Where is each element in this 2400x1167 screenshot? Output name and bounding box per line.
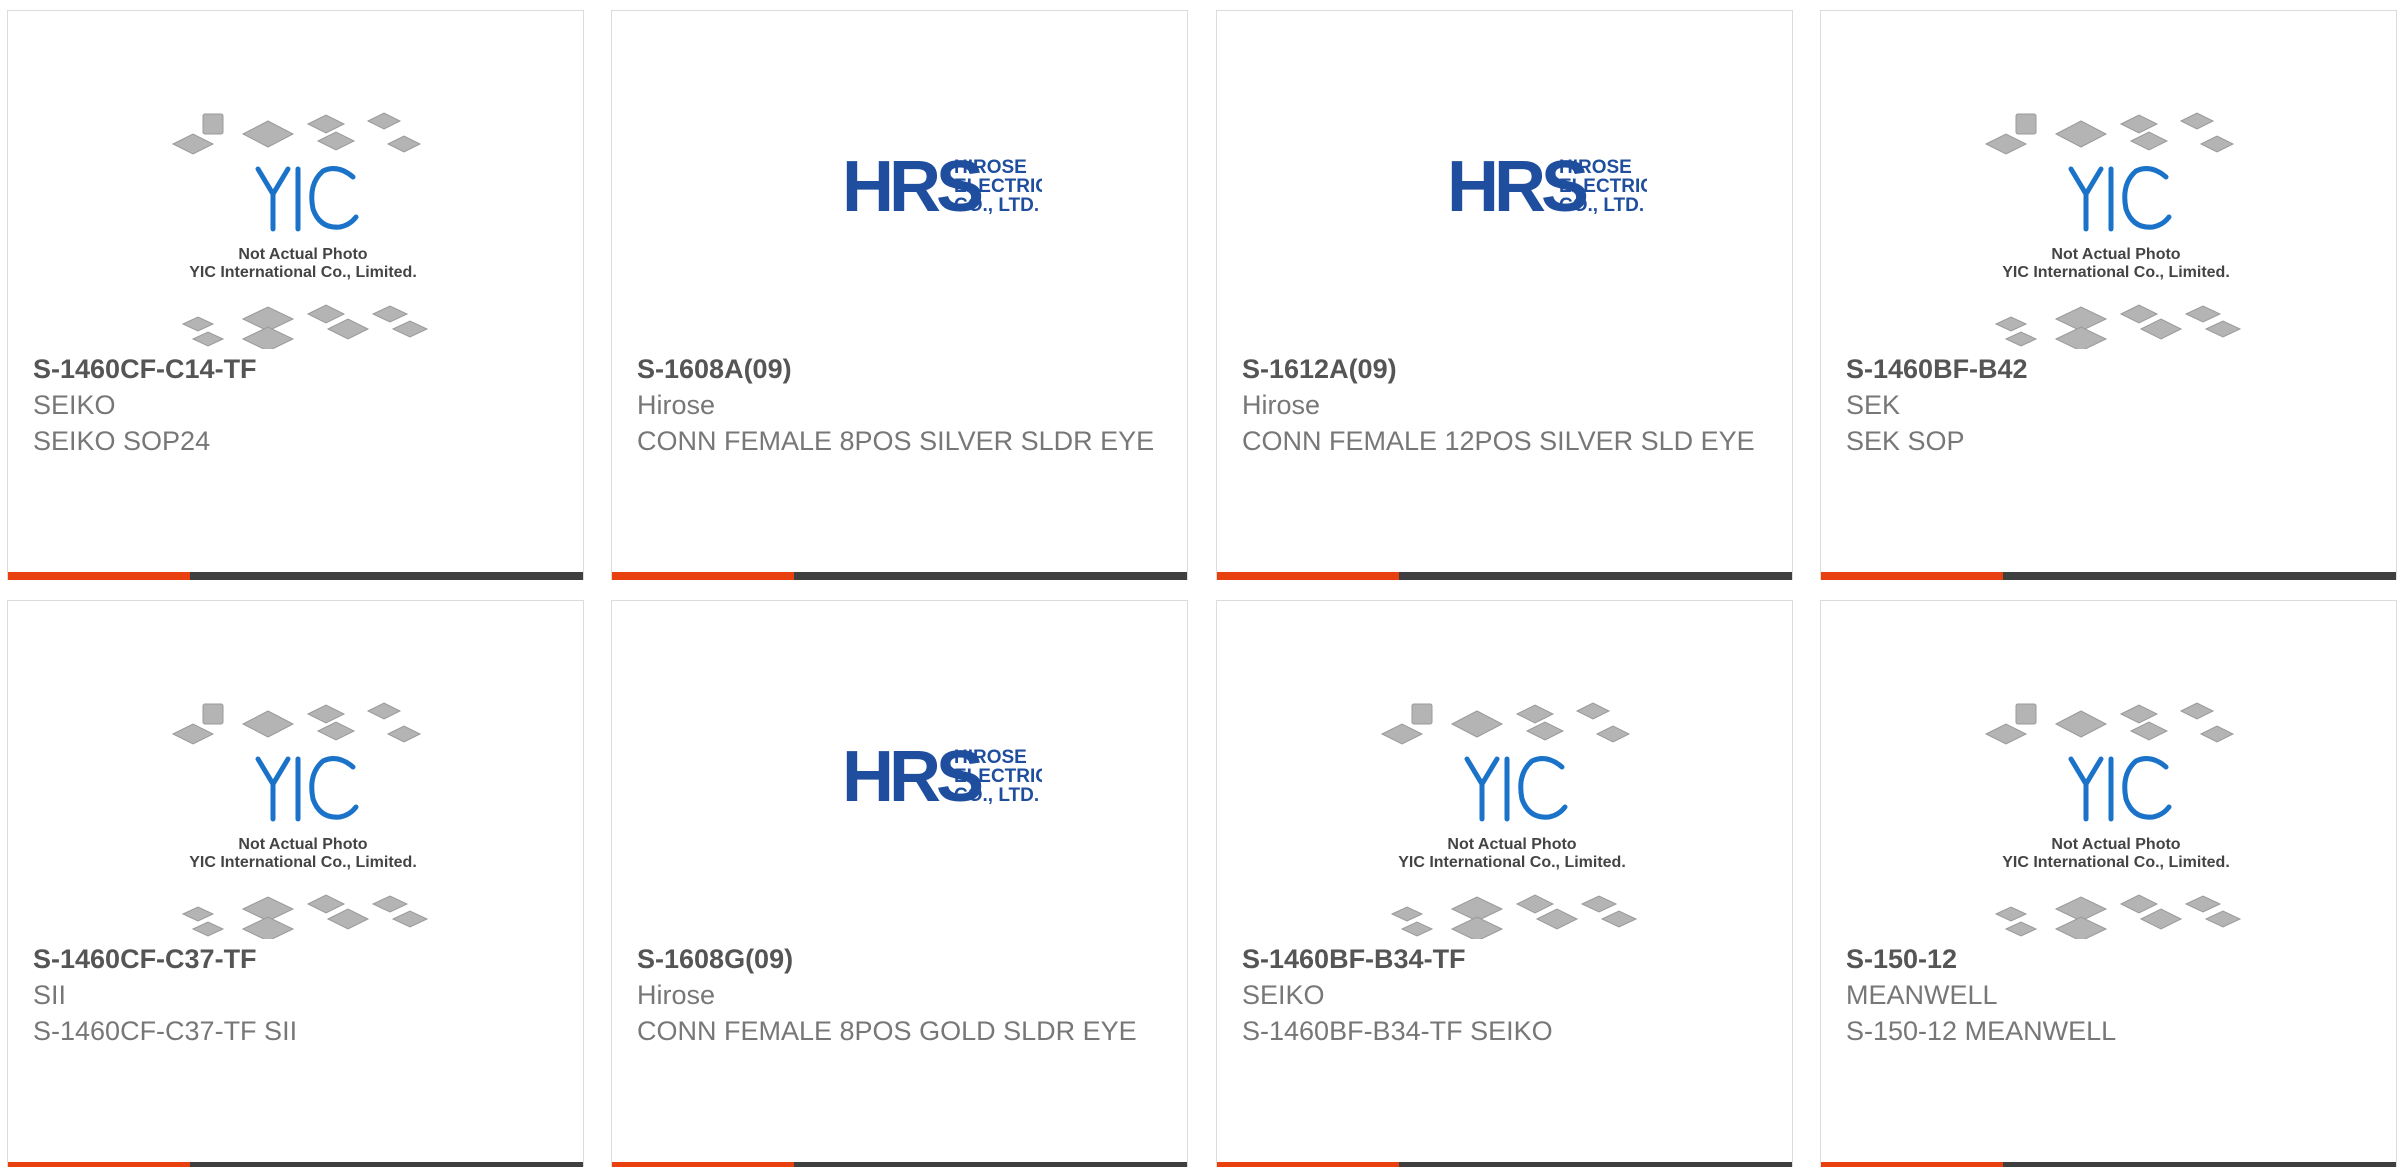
product-description: S-1460BF-B34-TF SEIKO (1242, 1016, 1553, 1046)
placeholder-caption-2: YIC International Co., Limited. (189, 854, 417, 871)
product-image[interactable]: Not Actual Photo YIC International Co., … (1981, 99, 2251, 352)
placeholder-caption-2: YIC International Co., Limited. (1398, 854, 1626, 871)
hrs-logo-image: HRS HIROSE ELECTRIC CO., LTD. (1447, 147, 1654, 227)
card-accent-bar (8, 1162, 190, 1167)
product-part-number[interactable]: S-1460CF-C14-TF (33, 351, 563, 387)
card-accent-bar (8, 572, 190, 580)
card-bottom-bar (612, 572, 1187, 580)
product-info: S-1608A(09) Hirose CONN FEMALE 8POS SILVER… (637, 351, 1167, 459)
product-description: S-150-12 MEANWELL (1846, 1016, 2117, 1046)
product-image[interactable]: HRS HIROSE ELECTRIC CO., LTD. (772, 691, 1049, 941)
product-image[interactable]: HRS HIROSE ELECTRIC CO., LTD. (1377, 101, 1654, 351)
product-manufacturer: MEANWELL (1846, 980, 1998, 1010)
product-part-number[interactable]: S-150-12 (1846, 941, 2376, 977)
card-bottom-bar (1821, 572, 2396, 580)
card-accent-bar (1821, 572, 2003, 580)
product-card[interactable]: HRS HIROSE ELECTRIC CO., LTD. S-1608G(09… (611, 600, 1188, 1167)
product-card[interactable]: Not Actual Photo YIC International Co., … (1820, 10, 2397, 580)
card-accent-bar (612, 1162, 794, 1167)
product-card[interactable]: HRS HIROSE ELECTRIC CO., LTD. S-1608A(09… (611, 10, 1188, 580)
hrs-logo-line2: ELECTRIC (954, 176, 1042, 197)
product-part-number[interactable]: S-1608A(09) (637, 351, 1167, 387)
product-manufacturer: SEIKO (1242, 980, 1325, 1010)
card-bottom-bar (1821, 1162, 2396, 1167)
yic-placeholder-image: Not Actual Photo YIC International Co., … (1984, 112, 2242, 352)
product-grid: Not Actual Photo YIC International Co., … (7, 10, 2400, 1167)
card-bottom-bar (8, 572, 583, 580)
yic-placeholder-image: Not Actual Photo YIC International Co., … (1380, 702, 1638, 942)
placeholder-caption-1: Not Actual Photo (238, 246, 367, 263)
product-description: CONN FEMALE 8POS GOLD SLDR EYE (637, 1016, 1137, 1046)
placeholder-caption-1: Not Actual Photo (2051, 246, 2180, 263)
card-bottom-bar (1217, 572, 1792, 580)
product-part-number[interactable]: S-1460BF-B34-TF (1242, 941, 1772, 977)
product-info: S-1612A(09) Hirose CONN FEMALE 12POS SILVE… (1242, 351, 1772, 459)
product-description: SEIKO SOP24 (33, 426, 211, 456)
product-info: S-1460BF-B42 SEK SEK SOP (1846, 351, 2376, 459)
placeholder-caption-1: Not Actual Photo (238, 836, 367, 853)
yic-placeholder-image: Not Actual Photo YIC International Co., … (171, 112, 429, 352)
product-manufacturer: SEK (1846, 390, 1901, 420)
product-description: SEK SOP (1846, 426, 1965, 456)
yic-placeholder-image: Not Actual Photo YIC International Co., … (171, 702, 429, 942)
card-bottom-bar (612, 1162, 1187, 1167)
product-manufacturer: Hirose (1242, 390, 1321, 420)
product-part-number[interactable]: S-1608G(09) (637, 941, 1167, 977)
placeholder-caption-1: Not Actual Photo (2051, 836, 2180, 853)
product-manufacturer: Hirose (637, 390, 716, 420)
hrs-logo-line3: CO., LTD. (954, 785, 1039, 806)
product-card[interactable]: Not Actual Photo YIC International Co., … (1820, 600, 2397, 1167)
hrs-logo-line3: CO., LTD. (954, 195, 1039, 216)
card-accent-bar (1217, 1162, 1399, 1167)
product-manufacturer: Hirose (637, 980, 716, 1010)
product-image[interactable]: Not Actual Photo YIC International Co., … (1981, 689, 2251, 942)
product-card[interactable]: HRS HIROSE ELECTRIC CO., LTD. S-1612A(09… (1216, 10, 1793, 580)
product-manufacturer: SII (33, 980, 67, 1010)
product-info: S-1608G(09) Hirose CONN FEMALE 8POS GOLD S… (637, 941, 1167, 1049)
card-accent-bar (1217, 572, 1399, 580)
hrs-logo-line2: ELECTRIC (1559, 176, 1647, 197)
placeholder-caption-2: YIC International Co., Limited. (2002, 854, 2230, 871)
product-image[interactable]: HRS HIROSE ELECTRIC CO., LTD. (772, 101, 1049, 351)
card-bottom-bar (8, 1162, 583, 1167)
product-image[interactable]: Not Actual Photo YIC International Co., … (168, 689, 438, 942)
hrs-logo-line1: HIROSE (1559, 157, 1632, 178)
product-part-number[interactable]: S-1460CF-C37-TF (33, 941, 563, 977)
hrs-logo-line1: HIROSE (954, 747, 1027, 768)
hrs-logo-line1: HIROSE (954, 157, 1027, 178)
product-image[interactable]: Not Actual Photo YIC International Co., … (1377, 689, 1647, 942)
product-description: S-1460CF-C37-TF SII (33, 1016, 298, 1046)
product-info: S-1460CF-C14-TF SEIKO SEIKO SOP24 (33, 351, 563, 459)
product-card[interactable]: Not Actual Photo YIC International Co., … (7, 600, 584, 1167)
product-image[interactable]: Not Actual Photo YIC International Co., … (168, 99, 438, 352)
placeholder-caption-2: YIC International Co., Limited. (189, 264, 417, 281)
product-manufacturer: SEIKO (33, 390, 116, 420)
hrs-logo-line2: ELECTRIC (954, 766, 1042, 787)
product-info: S-150-12 MEANWELL S-150-12 MEANWELL (1846, 941, 2376, 1049)
product-part-number[interactable]: S-1612A(09) (1242, 351, 1772, 387)
card-accent-bar (612, 572, 794, 580)
product-description: CONN FEMALE 8POS SILVER SLDR EYE (637, 426, 1155, 456)
product-info: S-1460CF-C37-TF SII S-1460CF-C37-TF SII (33, 941, 563, 1049)
card-accent-bar (1821, 1162, 2003, 1167)
hrs-logo-image: HRS HIROSE ELECTRIC CO., LTD. (842, 737, 1049, 817)
card-bottom-bar (1217, 1162, 1792, 1167)
product-info: S-1460BF-B34-TF SEIKO S-1460BF-B34-TF SEIK… (1242, 941, 1772, 1049)
placeholder-caption-2: YIC International Co., Limited. (2002, 264, 2230, 281)
product-part-number[interactable]: S-1460BF-B42 (1846, 351, 2376, 387)
yic-placeholder-image: Not Actual Photo YIC International Co., … (1984, 702, 2242, 942)
hrs-logo-line3: CO., LTD. (1559, 195, 1644, 216)
hrs-logo-image: HRS HIROSE ELECTRIC CO., LTD. (842, 147, 1049, 227)
product-card[interactable]: Not Actual Photo YIC International Co., … (7, 10, 584, 580)
product-card[interactable]: Not Actual Photo YIC International Co., … (1216, 600, 1793, 1167)
product-description: CONN FEMALE 12POS SILVER SLD EYE (1242, 426, 1755, 456)
placeholder-caption-1: Not Actual Photo (1447, 836, 1576, 853)
